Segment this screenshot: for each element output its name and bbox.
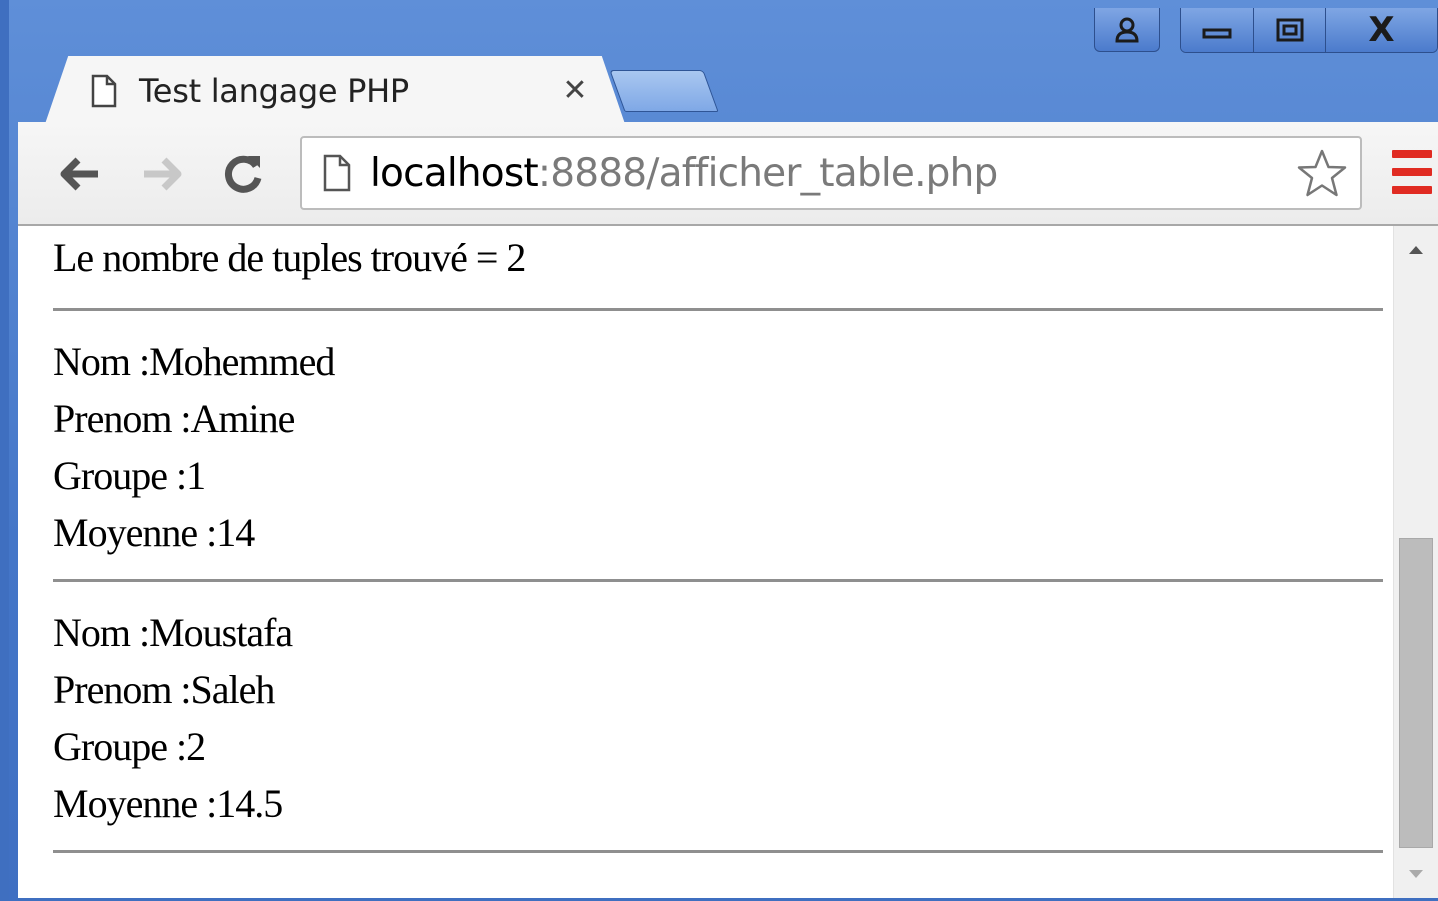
restore-icon [1276,18,1303,42]
tab-label-group: Test langage PHP [91,64,409,118]
record-prenom: Prenom :Saleh [53,667,275,712]
menu-bar [1392,150,1432,158]
record: Nom :Moustafa Prenom :Saleh Groupe :2 Mo… [53,604,1383,832]
window-controls: X [1094,8,1438,58]
menu-bar [1392,186,1432,194]
url-text: localhost:8888/afficher_table.php [370,151,998,196]
divider [53,308,1383,311]
reload-button[interactable] [216,146,272,202]
menu-icon[interactable] [1392,150,1432,194]
url-path: :8888/afficher_table.php [537,150,998,196]
forward-button[interactable] [134,146,190,202]
menu-bar [1392,168,1432,176]
window-button-group: X [1180,8,1438,53]
scroll-up-button[interactable] [1394,226,1438,274]
record-prenom: Prenom :Amine [53,396,295,441]
arrow-down-icon [1409,870,1423,878]
minimize-icon [1202,28,1232,39]
vertical-scrollbar[interactable] [1393,226,1438,898]
close-window-button[interactable]: X [1325,8,1437,52]
record-nom: Nom :Mohemmed [53,339,335,384]
record-moyenne: Moyenne :14 [53,510,255,555]
user-icon [1115,17,1139,42]
new-tab-button[interactable] [609,70,719,112]
record: Nom :Mohemmed Prenom :Amine Groupe :1 Mo… [53,333,1383,561]
record-groupe: Groupe :1 [53,453,206,498]
divider [53,579,1383,582]
back-arrow-icon [60,157,98,191]
maximize-button[interactable] [1253,8,1325,52]
divider [53,850,1383,853]
scroll-down-button[interactable] [1394,850,1438,898]
page-icon [91,74,117,108]
minimize-button[interactable] [1181,8,1253,52]
forward-arrow-icon [144,157,182,191]
tab-title: Test langage PHP [139,72,409,110]
star-icon[interactable] [1296,148,1348,200]
url-host: localhost [370,150,539,196]
profile-button[interactable] [1094,8,1160,52]
arrow-up-icon [1409,246,1423,254]
browser-window: X Test langage PHP ✕ localhost:8888/affi… [0,0,1438,901]
close-icon: ✕ [562,72,588,108]
back-button[interactable] [52,146,108,202]
tab-close-button[interactable]: ✕ [555,68,595,112]
tuple-count-text: Le nombre de tuples trouvé = 2 [53,235,526,280]
record-moyenne: Moyenne :14.5 [53,781,283,826]
record-nom: Nom :Moustafa [53,610,293,655]
address-bar[interactable]: localhost:8888/afficher_table.php [300,136,1362,210]
scrollbar-thumb[interactable] [1399,538,1433,848]
page-viewport: Le nombre de tuples trouvé = 2 Nom :Mohe… [18,226,1438,901]
browser-toolbar: localhost:8888/afficher_table.php [18,122,1438,226]
page-icon [323,154,351,192]
reload-icon [224,155,262,193]
close-icon: X [1368,10,1395,50]
record-groupe: Groupe :2 [53,724,206,769]
page-body: Le nombre de tuples trouvé = 2 Nom :Mohe… [53,226,1383,875]
